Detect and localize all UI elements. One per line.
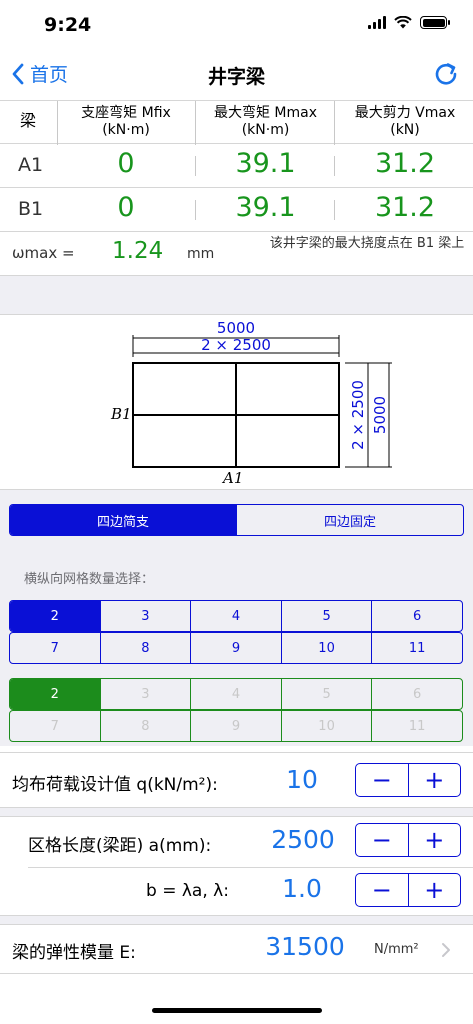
- grid-option[interactable]: 2: [10, 679, 100, 709]
- table-row: A1 0 39.1 31.2: [0, 144, 473, 188]
- beam-label-a: A1: [221, 469, 243, 487]
- beam-label-b: B1: [110, 405, 132, 423]
- table-row: B1 0 39.1 31.2: [0, 188, 473, 232]
- increment-button[interactable]: +: [407, 874, 461, 906]
- grid-option[interactable]: 5: [280, 601, 372, 631]
- grid-option[interactable]: 6: [371, 679, 462, 709]
- support-option-simple[interactable]: 四边简支: [10, 505, 236, 535]
- max-shear-value: 31.2: [374, 192, 436, 223]
- ratio-stepper: − +: [355, 873, 461, 907]
- status-icons: [368, 16, 450, 29]
- header-max-shear: 最大剪力 Vmax (kN): [354, 105, 456, 138]
- deflection-value: 1.24: [112, 238, 164, 264]
- support-segmented-control: 四边简支 四边固定: [9, 504, 464, 536]
- increment-button[interactable]: +: [407, 824, 461, 856]
- chevron-right-icon: [442, 943, 450, 957]
- grid-option[interactable]: 7: [10, 633, 100, 663]
- max-shear-value: 31.2: [374, 148, 436, 179]
- refresh-icon: [435, 63, 457, 85]
- table-header: 梁 支座弯矩 Mfix (kN·m) 最大弯矩 Mmax (kN·m) 最大剪力 V…: [0, 100, 473, 145]
- grid-label: 横纵向网格数量选择：: [24, 572, 155, 587]
- fix-moment-value: 0: [117, 148, 135, 179]
- right-dim-split: 2 × 2500: [349, 380, 367, 450]
- grid-option[interactable]: 10: [280, 633, 372, 663]
- deflection-note: 该井字梁的最大挠度点在 B1 梁上: [269, 236, 465, 251]
- top-dim-total: 5000: [217, 319, 255, 337]
- beam-grid-svg: 5000 2 × 2500 2 × 2500 5000 B1 A1: [110, 319, 392, 487]
- modulus-param-row[interactable]: 梁的弹性模量 E: 31500 N/mm²: [0, 924, 473, 974]
- deflection-row: ωmax = 1.24 mm 该井字梁的最大挠度点在 B1 梁上: [0, 232, 473, 276]
- geometry-param-group: 区格长度(梁距) a(mm): 2500 − + b = λa, λ: 1.0 …: [0, 816, 473, 916]
- row-label: A1: [18, 154, 44, 176]
- grid-option[interactable]: 9: [190, 711, 281, 741]
- grid-option[interactable]: 3: [99, 601, 191, 631]
- result-table: 梁 支座弯矩 Mfix (kN·m) 最大弯矩 Mmax (kN·m) 最大剪力 V…: [0, 100, 473, 276]
- signal-icon: [368, 16, 386, 29]
- battery-icon: [420, 16, 450, 29]
- row-label: B1: [18, 198, 44, 220]
- top-dim-split: 2 × 2500: [201, 336, 271, 354]
- grid-diagram: 5000 2 × 2500 2 × 2500 5000 B1 A1: [0, 314, 473, 490]
- length-stepper: − +: [355, 823, 461, 857]
- grid-option[interactable]: 7: [10, 711, 100, 741]
- grid-option[interactable]: 2: [10, 601, 100, 631]
- fix-moment-value: 0: [117, 192, 135, 223]
- refresh-button[interactable]: [433, 60, 459, 92]
- grid-option[interactable]: 3: [99, 679, 191, 709]
- grid-count-row-2: 7 8 9 10 11: [9, 632, 463, 664]
- length-label: 区格长度(梁距) a(mm):: [28, 836, 212, 856]
- max-moment-value: 39.1: [235, 148, 296, 179]
- grid-option[interactable]: 6: [371, 601, 462, 631]
- decrement-button[interactable]: −: [356, 874, 408, 906]
- grid-option[interactable]: 8: [99, 633, 191, 663]
- deflection-unit: mm: [187, 246, 215, 262]
- length-value: 2500: [271, 825, 335, 854]
- wifi-icon: [394, 16, 412, 29]
- grid-option[interactable]: 4: [190, 679, 281, 709]
- increment-button[interactable]: +: [407, 764, 461, 796]
- decrement-button[interactable]: −: [356, 824, 408, 856]
- support-option-fixed[interactable]: 四边固定: [236, 505, 463, 535]
- ratio-value: 1.0: [282, 874, 322, 903]
- grid-option[interactable]: 9: [190, 633, 281, 663]
- grid-option[interactable]: 8: [99, 711, 191, 741]
- grid-count-row-3: 2 3 4 5 6: [9, 678, 463, 710]
- page-title: 井字梁: [207, 66, 265, 88]
- grid-count-row-1: 2 3 4 5 6: [9, 600, 463, 632]
- load-label: 均布荷载设计值 q(kN/m²):: [12, 775, 218, 795]
- home-indicator: [152, 1008, 322, 1013]
- modulus-label: 梁的弹性模量 E:: [12, 943, 136, 963]
- modulus-value: 31500: [265, 932, 345, 961]
- grid-option[interactable]: 4: [190, 601, 281, 631]
- status-time: 9:24: [44, 14, 92, 36]
- header-max-moment: 最大弯矩 Mmax (kN·m): [213, 105, 318, 138]
- ratio-label: b = λa, λ:: [146, 881, 229, 901]
- header-fix-moment: 支座弯矩 Mfix (kN·m): [81, 105, 171, 138]
- modulus-unit: N/mm²: [374, 942, 419, 957]
- grid-option[interactable]: 10: [280, 711, 372, 741]
- load-stepper: − +: [355, 763, 461, 797]
- grid-option[interactable]: 11: [371, 633, 462, 663]
- grid-option[interactable]: 11: [371, 711, 462, 741]
- right-dim-total: 5000: [371, 396, 389, 434]
- decrement-button[interactable]: −: [356, 764, 408, 796]
- deflection-label: ωmax =: [12, 244, 75, 262]
- section-spacer: [0, 276, 473, 314]
- grid-count-row-4: 7 8 9 10 11: [9, 710, 463, 742]
- max-moment-value: 39.1: [235, 192, 296, 223]
- header-beam: 梁: [19, 111, 36, 130]
- load-param-row: 均布荷载设计值 q(kN/m²): 10 − +: [0, 752, 473, 808]
- load-value: 10: [286, 765, 318, 794]
- grid-option[interactable]: 5: [280, 679, 372, 709]
